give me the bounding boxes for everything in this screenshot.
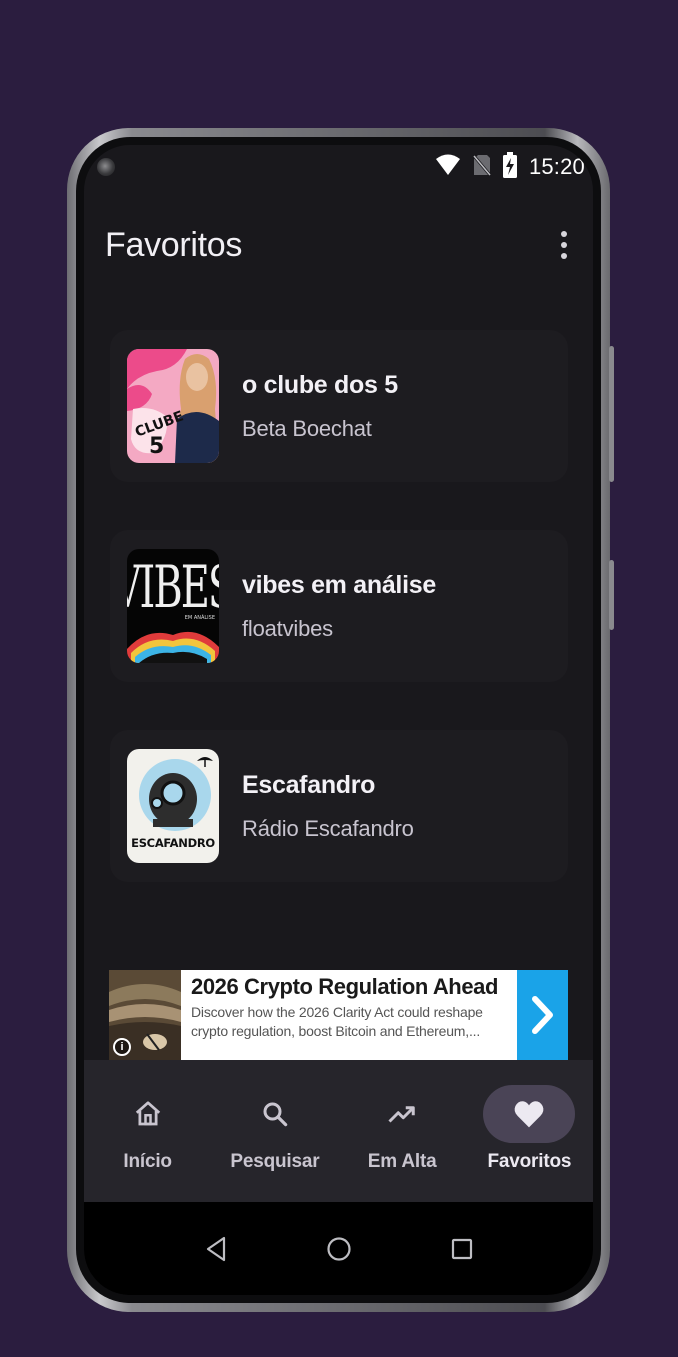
system-back-button[interactable]	[194, 1227, 238, 1271]
card-title: Escafandro	[242, 770, 376, 799]
system-home-button[interactable]	[317, 1227, 361, 1271]
ad-description: Discover how the 2026 Clarity Act could …	[191, 1004, 483, 1039]
nav-item-inicio[interactable]: Início	[88, 1085, 208, 1202]
nav-item-favoritos[interactable]: Favoritos	[469, 1085, 589, 1202]
ad-banner[interactable]: i 2026 Crypto Regulation Ahead Discover …	[109, 970, 568, 1060]
status-time: 15:20	[528, 154, 585, 179]
page-title: Favoritos	[105, 225, 243, 264]
nav-label: Início	[123, 1151, 172, 1172]
home-icon	[135, 1101, 160, 1126]
system-recents-button[interactable]	[440, 1227, 484, 1271]
more-options-button[interactable]	[549, 223, 579, 267]
volume-button	[609, 560, 614, 630]
trending-icon	[388, 1106, 415, 1123]
bottom-navigation: Início Pesquisar Em Alta Favoritos	[84, 1060, 593, 1202]
favorites-list: CLUBE 5 o clube dos 5 Beta Boechat VIBES	[110, 330, 568, 930]
nav-label: Favoritos	[487, 1151, 572, 1172]
screen: 15:20 Favoritos CLUBE 5 o clube dos 5 Be…	[84, 145, 593, 1295]
phone-frame: 15:20 Favoritos CLUBE 5 o clube dos 5 Be…	[67, 128, 614, 1312]
card-title: vibes em análise	[242, 570, 436, 599]
status-icons: 15:20	[435, 151, 585, 183]
svg-text:5: 5	[149, 434, 164, 459]
nav-icon-container	[102, 1085, 194, 1143]
search-icon	[263, 1102, 288, 1127]
nav-item-em-alta[interactable]: Em Alta	[342, 1085, 462, 1202]
card-text: o clube dos 5 Beta Boechat	[242, 371, 398, 442]
back-triangle-icon	[206, 1236, 225, 1261]
heart-icon	[514, 1101, 544, 1128]
chevron-right-icon	[531, 996, 553, 1034]
vibes-cover: VIBES EM ANÁLISE	[127, 549, 219, 663]
status-bar: 15:20	[84, 145, 593, 189]
nav-icon-container	[229, 1085, 321, 1143]
favorite-card[interactable]: ESCAFANDRO Escafandro Rádio Escafandro	[110, 730, 568, 882]
nav-label: Pesquisar	[230, 1151, 320, 1172]
clube-dos-5-cover: CLUBE 5	[127, 349, 219, 463]
nav-icon-container-active	[483, 1085, 576, 1143]
svg-text:EM ANÁLISE: EM ANÁLISE	[185, 614, 215, 621]
more-vert-icon	[561, 231, 567, 237]
nav-item-pesquisar[interactable]: Pesquisar	[215, 1085, 335, 1202]
card-author: Beta Boechat	[242, 415, 372, 441]
ad-body: 2026 Crypto Regulation Ahead Discover ho…	[181, 970, 517, 1060]
nav-label: Em Alta	[367, 1151, 437, 1172]
ad-title: 2026 Crypto Regulation Ahead	[191, 974, 499, 999]
no-sim-icon	[472, 154, 492, 181]
card-title: o clube dos 5	[242, 370, 398, 399]
wifi-icon	[435, 154, 461, 181]
ad-info-icon[interactable]: i	[113, 1038, 131, 1056]
nav-icon-container	[356, 1085, 448, 1143]
app-bar: Favoritos	[84, 215, 593, 275]
home-circle-icon	[326, 1236, 351, 1261]
card-author: floatvibes	[242, 615, 333, 641]
recents-square-icon	[451, 1238, 472, 1259]
system-navigation-bar	[84, 1202, 593, 1295]
favorite-card[interactable]: VIBES EM ANÁLISE vibes em análise floatv…	[110, 530, 568, 682]
card-text: Escafandro Rádio Escafandro	[242, 771, 414, 842]
escafandro-cover: ESCAFANDRO	[127, 749, 219, 863]
power-button	[609, 346, 614, 482]
favorite-card[interactable]: CLUBE 5 o clube dos 5 Beta Boechat	[110, 330, 568, 482]
svg-text:ESCAFANDRO: ESCAFANDRO	[131, 836, 215, 850]
svg-text:VIBES: VIBES	[127, 553, 219, 621]
battery-charging-icon	[502, 151, 517, 183]
phone-bezel: 15:20 Favoritos CLUBE 5 o clube dos 5 Be…	[76, 137, 601, 1303]
front-camera	[97, 158, 115, 176]
card-author: Rádio Escafandro	[242, 815, 414, 841]
ad-image: i	[109, 970, 181, 1060]
ad-open-button[interactable]	[517, 970, 568, 1060]
card-text: vibes em análise floatvibes	[242, 571, 436, 642]
